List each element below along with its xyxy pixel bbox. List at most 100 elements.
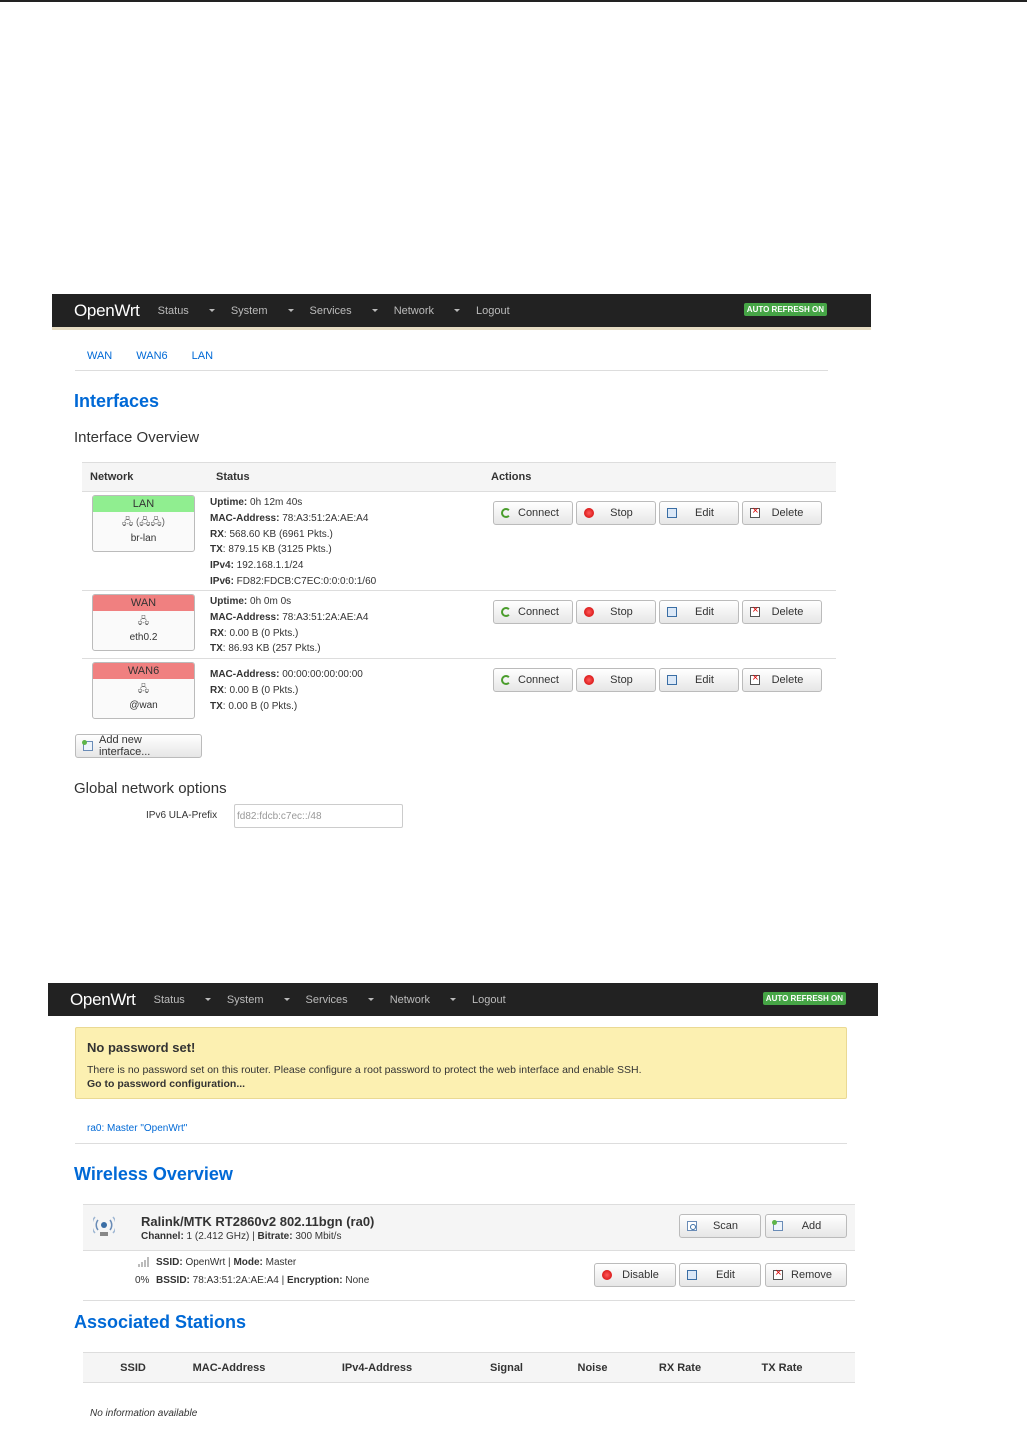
edit-button[interactable]: Edit — [659, 600, 739, 624]
tabs-divider — [75, 370, 828, 371]
wireless-device-info: Channel: 1 (2.412 GHz) | Bitrate: 300 Mb… — [141, 1231, 342, 1242]
interface-device: @wan — [129, 700, 158, 711]
remove-button[interactable]: Remove — [765, 1263, 847, 1287]
menu-system[interactable]: System — [231, 305, 294, 317]
interface-name: LAN — [93, 496, 194, 512]
status-line: TX: 86.93 KB (257 Pkts.) — [210, 643, 321, 655]
brand-logo[interactable]: OpenWrt — [70, 990, 136, 1010]
menu-system[interactable]: System — [227, 994, 290, 1006]
edit-button[interactable]: Edit — [659, 501, 739, 525]
table-row: WAN6 🖧 @wan MAC-Address: 00:00:00:00:00:… — [82, 659, 836, 727]
network-cell: WAN6 🖧 @wan — [82, 659, 202, 727]
tab-ra0[interactable]: ra0: Master "OpenWrt" — [87, 1123, 187, 1134]
delete-button[interactable]: Delete — [742, 668, 822, 692]
stop-button[interactable]: Stop — [576, 501, 656, 525]
delete-button[interactable]: Delete — [742, 600, 822, 624]
delete-icon — [750, 505, 760, 518]
interface-badge[interactable]: WAN 🖧 eth0.2 — [92, 594, 195, 651]
table-row: WAN 🖧 eth0.2 Uptime: 0h 0m 0s MAC-Addres… — [82, 590, 836, 659]
reload-icon — [501, 607, 511, 617]
status-line: Uptime: 0h 0m 0s — [210, 596, 292, 607]
col-ssid: SSID — [83, 1352, 183, 1383]
password-config-link[interactable]: Go to password configuration... — [87, 1078, 835, 1090]
scan-button[interactable]: Scan — [679, 1214, 761, 1238]
add-interface-button[interactable]: Add new interface... — [75, 734, 202, 758]
wireless-antenna-icon — [93, 1216, 115, 1236]
wireless-device-name: Ralink/MTK RT2860v2 802.11bgn (ra0) — [141, 1214, 375, 1229]
tab-lan[interactable]: LAN — [192, 350, 213, 362]
interface-body: 🖧 (🖧🖧) br-lan — [93, 512, 194, 551]
connect-button[interactable]: Connect — [493, 501, 573, 525]
status-line: TX: 879.15 KB (3125 Pkts.) — [210, 544, 332, 556]
disable-button[interactable]: Disable — [594, 1263, 676, 1287]
menu-services[interactable]: Services — [310, 305, 378, 317]
auto-refresh-badge[interactable]: AUTO REFRESH ON — [743, 303, 827, 316]
status-line: MAC-Address: 78:A3:51:2A:AE:A4 — [210, 512, 369, 524]
menu-network[interactable]: Network — [390, 994, 457, 1006]
menu-logout[interactable]: Logout — [476, 305, 510, 317]
caret-icon — [367, 998, 374, 1002]
col-mac-address: MAC-Address — [183, 1352, 275, 1383]
status-line: TX: 0.00 B (0 Pkts.) — [210, 700, 298, 712]
caret-icon — [371, 309, 378, 313]
col-rx-rate: RX Rate — [651, 1352, 709, 1383]
edit-button[interactable]: Edit — [679, 1263, 761, 1287]
signal-percent: 0% — [135, 1275, 150, 1286]
ula-prefix-input[interactable] — [234, 804, 403, 828]
stop-icon — [584, 607, 594, 617]
col-status: Status — [202, 462, 485, 492]
brand-logo[interactable]: OpenWrt — [74, 301, 140, 321]
top-border — [0, 0, 1027, 2]
status-line: Uptime: 0h 12m 40s — [210, 497, 303, 508]
signal-icon — [138, 1257, 150, 1267]
connect-button[interactable]: Connect — [493, 600, 573, 624]
interface-name: WAN6 — [93, 663, 194, 679]
status-line: RX: 568.60 KB (6961 Pkts.) — [210, 528, 333, 540]
connect-button[interactable]: Connect — [493, 668, 573, 692]
stop-button[interactable]: Stop — [576, 668, 656, 692]
col-signal: Signal — [479, 1352, 534, 1383]
no-info-message: No information available — [90, 1408, 198, 1419]
edit-icon — [667, 508, 677, 518]
interface-device: br-lan — [130, 533, 157, 544]
alert-title: No password set! — [87, 1040, 196, 1055]
menu-services[interactable]: Services — [306, 994, 374, 1006]
status-line: MAC-Address: 78:A3:51:2A:AE:A4 — [210, 611, 369, 623]
reload-icon — [501, 508, 511, 518]
interface-tabs: WAN WAN6 LAN — [87, 350, 237, 362]
edit-icon — [687, 1270, 697, 1280]
col-actions: Actions — [485, 462, 836, 492]
table-row: LAN 🖧 (🖧🖧) br-lan Uptime: 0h 12m 40s MAC… — [82, 491, 836, 591]
add-network-button[interactable]: Add — [765, 1214, 847, 1238]
menu-network[interactable]: Network — [394, 305, 461, 317]
status-line: IPv4: 192.168.1.1/24 — [210, 560, 304, 572]
caret-icon — [287, 309, 294, 313]
menu-status[interactable]: Status — [154, 994, 211, 1006]
tab-wan6[interactable]: WAN6 — [136, 350, 167, 362]
network-cell: LAN 🖧 (🖧🖧) br-lan — [82, 491, 202, 591]
delete-icon — [750, 604, 760, 617]
edit-icon — [667, 607, 677, 617]
wireless-tabs: ra0: Master "OpenWrt" — [87, 1123, 211, 1134]
menu-logout[interactable]: Logout — [472, 994, 506, 1006]
no-password-alert: No password set! There is no password se… — [75, 1027, 847, 1099]
caret-icon — [204, 998, 211, 1002]
actions-cell: ConnectStopEditDelete — [485, 491, 836, 591]
interface-badge[interactable]: LAN 🖧 (🖧🖧) br-lan — [92, 495, 195, 552]
ula-prefix-label: IPv6 ULA-Prefix — [146, 810, 218, 821]
wireless-device: Ralink/MTK RT2860v2 802.11bgn (ra0) Chan… — [83, 1204, 855, 1301]
delete-button[interactable]: Delete — [742, 501, 822, 525]
network-cell: WAN 🖧 eth0.2 — [82, 590, 202, 659]
stop-icon — [584, 675, 594, 685]
network-icon: 🖧 — [137, 616, 150, 627]
edit-button[interactable]: Edit — [659, 668, 739, 692]
auto-refresh-badge[interactable]: AUTO REFRESH ON — [762, 992, 846, 1005]
delete-icon — [750, 672, 760, 685]
menu-status[interactable]: Status — [158, 305, 215, 317]
navbar: OpenWrt Status System Services Network L… — [52, 294, 871, 330]
tab-wan[interactable]: WAN — [87, 350, 112, 362]
caret-icon — [450, 998, 457, 1002]
stop-icon — [584, 508, 594, 518]
interface-badge[interactable]: WAN6 🖧 @wan — [92, 662, 195, 719]
stop-button[interactable]: Stop — [576, 600, 656, 624]
